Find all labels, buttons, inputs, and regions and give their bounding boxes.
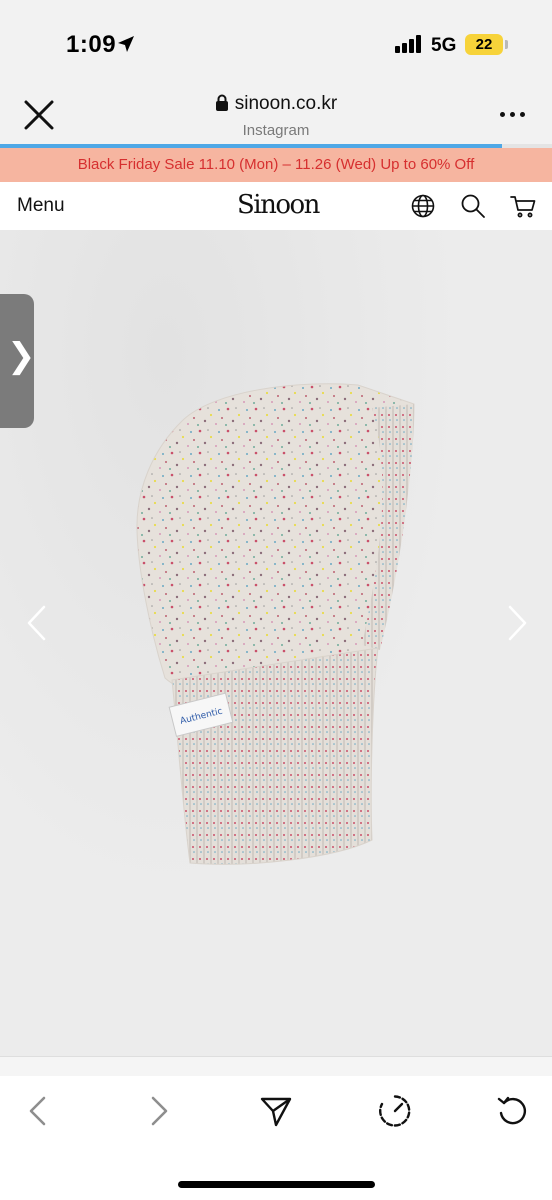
signal-bars-icon bbox=[395, 35, 423, 53]
globe-icon[interactable] bbox=[410, 193, 436, 219]
side-tab-chevron: ❯ bbox=[7, 337, 36, 375]
battery-tip bbox=[505, 40, 508, 49]
open-in-browser-icon[interactable] bbox=[378, 1094, 412, 1128]
product-image-carousel[interactable]: Authentic bbox=[0, 230, 552, 1056]
battery-icon: 22 bbox=[465, 34, 503, 55]
more-icon[interactable] bbox=[500, 112, 526, 120]
next-slide-icon[interactable] bbox=[506, 604, 530, 642]
side-panel-tab[interactable]: ❯ bbox=[0, 294, 36, 428]
url-text: sinoon.co.kr bbox=[234, 93, 338, 114]
product-photo-knit-balaclava: Authentic bbox=[136, 383, 415, 865]
reload-icon[interactable] bbox=[496, 1094, 530, 1128]
home-indicator[interactable] bbox=[178, 1181, 375, 1188]
cart-icon[interactable] bbox=[510, 193, 536, 219]
back-icon[interactable] bbox=[22, 1094, 56, 1128]
lock-icon bbox=[215, 94, 228, 111]
battery-level: 22 bbox=[475, 36, 493, 53]
status-time: 1:09 bbox=[66, 31, 117, 58]
menu-button[interactable]: Menu bbox=[17, 195, 65, 217]
promo-banner[interactable]: Black Friday Sale 11.10 (Mon) – 11.26 (W… bbox=[0, 148, 552, 182]
site-logo[interactable]: Sinoon bbox=[237, 190, 320, 220]
prev-slide-icon[interactable] bbox=[24, 604, 48, 642]
address-bar[interactable]: sinoon.co.kr bbox=[0, 93, 552, 115]
location-arrow-icon bbox=[118, 36, 134, 52]
search-icon[interactable] bbox=[460, 193, 486, 219]
forward-icon[interactable] bbox=[141, 1094, 175, 1128]
network-type: 5G bbox=[431, 35, 457, 56]
page-divider bbox=[0, 1056, 552, 1076]
source-app: Instagram bbox=[242, 122, 310, 139]
share-icon[interactable] bbox=[259, 1094, 293, 1128]
